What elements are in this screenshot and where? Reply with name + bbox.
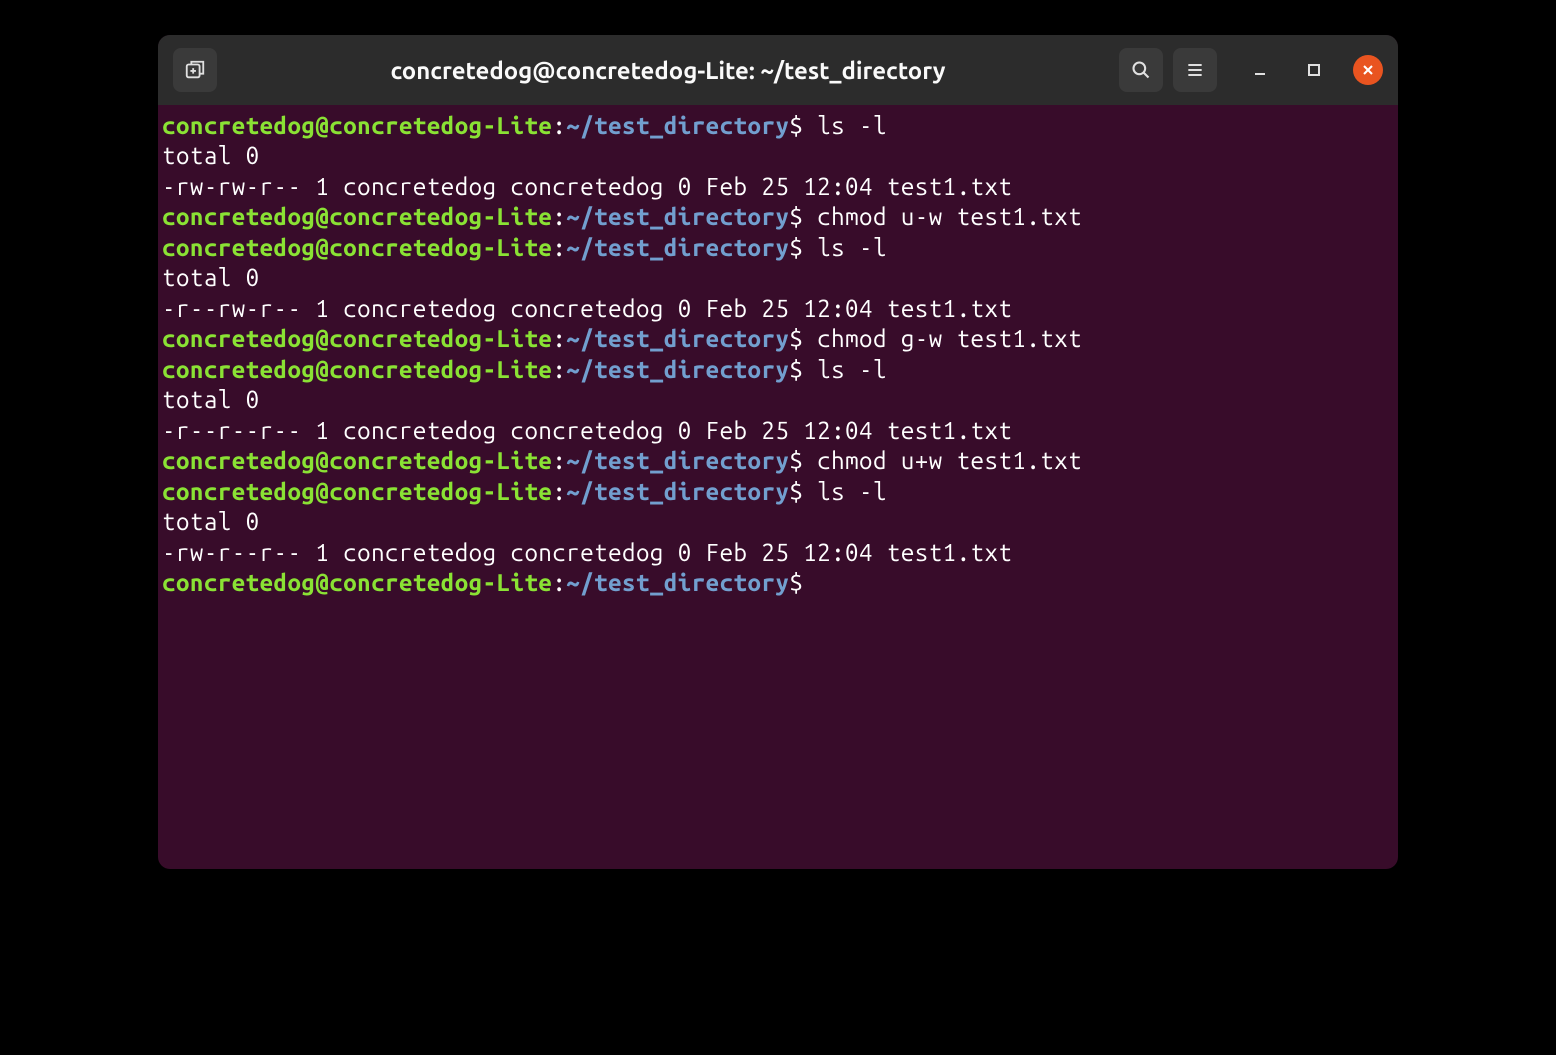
command-text: ls -l: [803, 356, 887, 383]
search-button[interactable]: [1119, 48, 1163, 92]
output-text: -r--rw-r-- 1 concretedog concretedog 0 F…: [162, 295, 1012, 322]
terminal-window: concretedog@concretedog-Lite: ~/test_dir…: [158, 35, 1398, 869]
prompt-path: ~/test_directory: [566, 234, 789, 261]
output-text: total 0: [162, 264, 260, 291]
terminal-line: total 0: [162, 141, 1394, 171]
terminal-line: concretedog@concretedog-Lite:~/test_dire…: [162, 233, 1394, 263]
terminal-line: total 0: [162, 263, 1394, 293]
minimize-button[interactable]: [1245, 55, 1275, 85]
new-tab-icon: [184, 59, 206, 81]
menu-button[interactable]: [1173, 48, 1217, 92]
prompt-user-host: concretedog@concretedog-Lite: [162, 203, 552, 230]
prompt-path: ~/test_directory: [566, 203, 789, 230]
prompt-colon: :: [552, 112, 566, 139]
prompt-dollar: $: [789, 569, 803, 596]
minimize-icon: [1253, 63, 1267, 77]
prompt-colon: :: [552, 203, 566, 230]
terminal-line: total 0: [162, 385, 1394, 415]
command-text: ls -l: [803, 234, 887, 261]
terminal-line: concretedog@concretedog-Lite:~/test_dire…: [162, 111, 1394, 141]
terminal-line: concretedog@concretedog-Lite:~/test_dire…: [162, 324, 1394, 354]
hamburger-icon: [1185, 60, 1205, 80]
new-tab-button[interactable]: [173, 48, 217, 92]
prompt-colon: :: [552, 234, 566, 261]
prompt-dollar: $: [789, 203, 803, 230]
prompt-path: ~/test_directory: [566, 112, 789, 139]
prompt-user-host: concretedog@concretedog-Lite: [162, 478, 552, 505]
terminal-line: concretedog@concretedog-Lite:~/test_dire…: [162, 202, 1394, 232]
terminal-line: -rw-r--r-- 1 concretedog concretedog 0 F…: [162, 538, 1394, 568]
terminal-line: concretedog@concretedog-Lite:~/test_dire…: [162, 355, 1394, 385]
prompt-user-host: concretedog@concretedog-Lite: [162, 447, 552, 474]
prompt-colon: :: [552, 325, 566, 352]
prompt-dollar: $: [789, 325, 803, 352]
prompt-path: ~/test_directory: [566, 325, 789, 352]
prompt-path: ~/test_directory: [566, 478, 789, 505]
output-text: total 0: [162, 386, 260, 413]
window-controls: [1245, 55, 1383, 85]
terminal-line: concretedog@concretedog-Lite:~/test_dire…: [162, 446, 1394, 476]
prompt-user-host: concretedog@concretedog-Lite: [162, 234, 552, 261]
close-button[interactable]: [1353, 55, 1383, 85]
prompt-path: ~/test_directory: [566, 356, 789, 383]
prompt-dollar: $: [789, 447, 803, 474]
close-icon: [1361, 63, 1375, 77]
terminal-line: -r--rw-r-- 1 concretedog concretedog 0 F…: [162, 294, 1394, 324]
prompt-path: ~/test_directory: [566, 447, 789, 474]
prompt-colon: :: [552, 569, 566, 596]
output-text: -r--r--r-- 1 concretedog concretedog 0 F…: [162, 417, 1012, 444]
command-text: ls -l: [803, 112, 887, 139]
prompt-user-host: concretedog@concretedog-Lite: [162, 112, 552, 139]
prompt-dollar: $: [789, 234, 803, 261]
command-text: chmod u+w test1.txt: [803, 447, 1082, 474]
terminal-output[interactable]: concretedog@concretedog-Lite:~/test_dire…: [158, 105, 1398, 869]
titlebar: concretedog@concretedog-Lite: ~/test_dir…: [158, 35, 1398, 105]
command-text: chmod g-w test1.txt: [803, 325, 1082, 352]
prompt-user-host: concretedog@concretedog-Lite: [162, 325, 552, 352]
command-text: ls -l: [803, 478, 887, 505]
window-title: concretedog@concretedog-Lite: ~/test_dir…: [227, 57, 1109, 84]
output-text: -rw-r--r-- 1 concretedog concretedog 0 F…: [162, 539, 1012, 566]
terminal-line: concretedog@concretedog-Lite:~/test_dire…: [162, 477, 1394, 507]
search-icon: [1131, 60, 1151, 80]
terminal-line: concretedog@concretedog-Lite:~/test_dire…: [162, 568, 1394, 598]
output-text: -rw-rw-r-- 1 concretedog concretedog 0 F…: [162, 173, 1012, 200]
output-text: total 0: [162, 142, 260, 169]
command-text: chmod u-w test1.txt: [803, 203, 1082, 230]
command-text: [803, 569, 817, 596]
prompt-dollar: $: [789, 112, 803, 139]
prompt-dollar: $: [789, 356, 803, 383]
prompt-user-host: concretedog@concretedog-Lite: [162, 569, 552, 596]
prompt-user-host: concretedog@concretedog-Lite: [162, 356, 552, 383]
maximize-icon: [1307, 63, 1321, 77]
prompt-dollar: $: [789, 478, 803, 505]
prompt-path: ~/test_directory: [566, 569, 789, 596]
output-text: total 0: [162, 508, 260, 535]
terminal-line: total 0: [162, 507, 1394, 537]
maximize-button[interactable]: [1299, 55, 1329, 85]
terminal-line: -rw-rw-r-- 1 concretedog concretedog 0 F…: [162, 172, 1394, 202]
prompt-colon: :: [552, 447, 566, 474]
prompt-colon: :: [552, 356, 566, 383]
terminal-line: -r--r--r-- 1 concretedog concretedog 0 F…: [162, 416, 1394, 446]
prompt-colon: :: [552, 478, 566, 505]
